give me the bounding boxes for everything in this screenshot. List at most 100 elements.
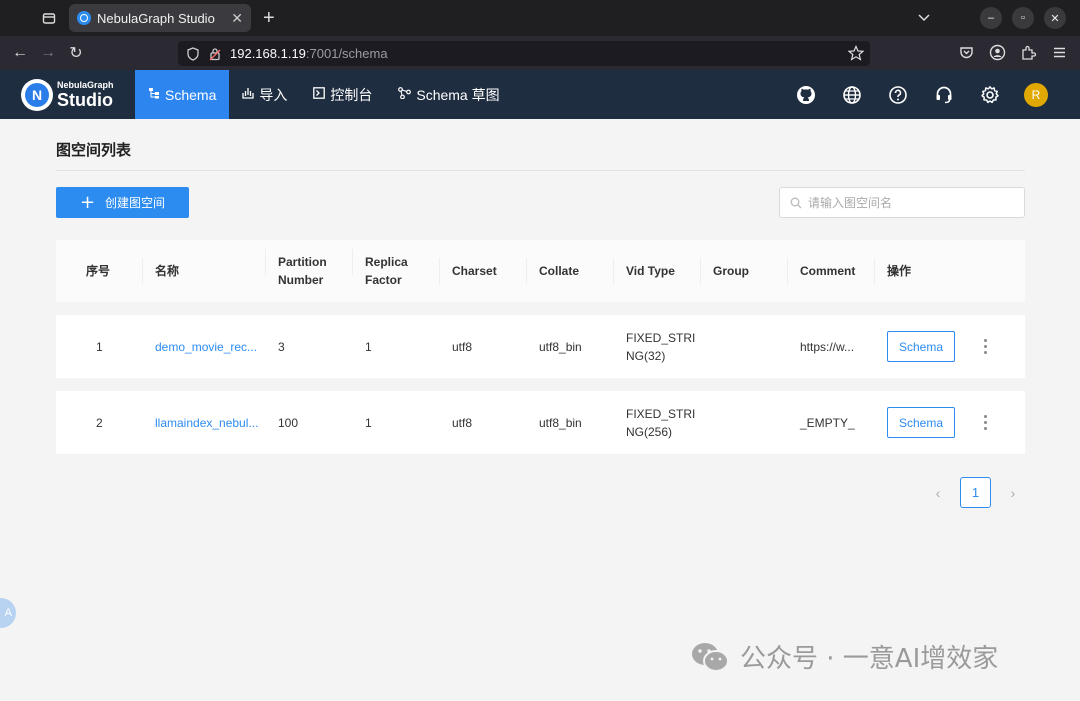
header-icon-group: R <box>794 83 1048 107</box>
row-replica: 1 <box>365 339 372 354</box>
row-charset: utf8 <box>452 415 473 430</box>
col-charset: Charset <box>439 258 526 284</box>
space-name-link[interactable]: llamaindex_nebul... <box>142 416 265 430</box>
side-floating-badge[interactable]: A <box>0 598 16 628</box>
user-avatar[interactable]: R <box>1024 83 1048 107</box>
tab-title: NebulaGraph Studio <box>97 10 215 26</box>
row-vid-line1: FIXED_STRI <box>626 406 696 421</box>
minimize-icon[interactable]: – <box>980 7 1002 29</box>
url-host: 192.168.1.19 <box>230 46 306 61</box>
space-search-box[interactable] <box>779 187 1025 218</box>
schema-button[interactable]: Schema <box>887 407 955 438</box>
schema-button[interactable]: Schema <box>887 331 955 362</box>
github-icon[interactable] <box>794 83 818 107</box>
row-vid-line2: NG(32) <box>626 348 666 363</box>
bookmark-star-icon[interactable] <box>848 45 864 61</box>
schema-icon <box>148 87 160 102</box>
page-number-button[interactable]: 1 <box>960 477 991 508</box>
table-row: 1 demo_movie_rec... 3 1 utf8 utf8_bin FI… <box>56 315 1025 378</box>
search-icon <box>790 197 802 208</box>
console-icon <box>313 87 326 102</box>
create-space-label: 创建图空间 <box>105 196 166 210</box>
forward-icon[interactable]: → <box>34 44 62 62</box>
col-collate: Collate <box>526 258 613 284</box>
prev-page-icon[interactable]: ‹ <box>926 485 950 501</box>
col-partition-line1: Partition <box>278 255 327 269</box>
insecure-lock-icon <box>209 47 221 60</box>
row-collate: utf8_bin <box>539 339 582 354</box>
back-icon[interactable]: ← <box>6 44 34 62</box>
row-comment: _EMPTY_ <box>800 415 855 430</box>
col-replica-line1: Replica <box>365 255 408 269</box>
col-ops: 操作 <box>874 258 1025 284</box>
row-replica: 1 <box>365 415 372 430</box>
nav-sketch-label: Schema 草图 <box>416 86 500 103</box>
table-row: 2 llamaindex_nebul... 100 1 utf8 utf8_bi… <box>56 391 1025 454</box>
help-icon[interactable] <box>886 83 910 107</box>
app-header: N NebulaGraph Studio Schema 导入 控制台 Schem… <box>0 70 1080 119</box>
globe-icon[interactable] <box>840 83 864 107</box>
window-close-icon[interactable]: ✕ <box>1044 7 1066 29</box>
nav-import[interactable]: 导入 <box>229 70 300 119</box>
browser-toolbar-icons <box>958 44 1068 61</box>
url-bar[interactable]: 192.168.1.19:7001/schema <box>178 41 870 66</box>
app-menu-icon[interactable] <box>1051 44 1068 61</box>
page-title: 图空间列表 <box>56 139 1025 171</box>
col-name: 名称 <box>142 258 265 284</box>
tab-list-icon[interactable] <box>35 4 63 32</box>
create-space-button[interactable]: + 创建图空间 <box>56 187 189 218</box>
reload-icon[interactable]: ↻ <box>62 43 90 63</box>
browser-tab-bar: NebulaGraph Studio ✕ + – ▫ ✕ <box>0 0 1080 36</box>
nebula-logo-icon: N <box>21 78 53 111</box>
nav-schema[interactable]: Schema <box>135 70 230 119</box>
row-vid-line1: FIXED_STRI <box>626 330 696 345</box>
more-vertical-icon[interactable] <box>977 415 993 430</box>
space-search-input[interactable] <box>808 195 1008 210</box>
window-controls: – ▫ ✕ <box>918 7 1066 29</box>
browser-tab[interactable]: NebulaGraph Studio ✕ <box>69 4 251 32</box>
row-partition: 3 <box>278 339 285 354</box>
pagination: ‹ 1 › <box>926 477 1025 508</box>
col-comment: Comment <box>787 258 874 284</box>
close-icon[interactable]: ✕ <box>231 10 243 27</box>
wechat-icon <box>692 642 729 672</box>
pocket-icon[interactable] <box>958 44 975 61</box>
chevron-down-icon[interactable] <box>918 11 930 25</box>
col-partition-line2: Number <box>278 273 324 287</box>
col-replica-line2: Factor <box>365 273 402 287</box>
nebula-favicon-icon <box>77 11 91 25</box>
row-index: 2 <box>96 415 103 430</box>
new-tab-icon[interactable]: + <box>263 8 275 28</box>
col-replica: Replica Factor <box>352 249 439 289</box>
col-group: Group <box>700 258 787 284</box>
account-icon[interactable] <box>989 44 1006 61</box>
col-index: 序号 <box>86 264 111 278</box>
row-ops: Schema <box>874 407 1025 438</box>
watermark-text: 公众号 · 一意AI增效家 <box>740 644 999 674</box>
headset-support-icon[interactable] <box>932 83 956 107</box>
plus-icon: + <box>79 191 96 213</box>
sketch-icon <box>398 87 412 102</box>
more-vertical-icon[interactable] <box>977 339 993 354</box>
row-vid-line2: NG(256) <box>626 424 673 439</box>
extensions-icon[interactable] <box>1020 44 1037 61</box>
col-vid-type: Vid Type <box>613 258 700 284</box>
shield-icon <box>187 46 199 61</box>
main-content: 图空间列表 + 创建图空间 序号 名称 Partition Number Repl… <box>56 119 1025 508</box>
wechat-watermark: 公众号 · 一意AI增效家 <box>690 638 998 675</box>
row-charset: utf8 <box>452 339 473 354</box>
studio-logo[interactable]: N NebulaGraph Studio <box>0 70 135 119</box>
logo-small-text: NebulaGraph <box>57 79 114 90</box>
row-vid-type: FIXED_STRI NG(32) <box>613 329 700 365</box>
next-page-icon[interactable]: › <box>1001 485 1025 501</box>
maximize-icon[interactable]: ▫ <box>1012 7 1034 29</box>
nav-sketch[interactable]: Schema 草图 <box>385 70 512 119</box>
list-toolbar: + 创建图空间 <box>56 187 1025 219</box>
nav-schema-label: Schema <box>165 86 217 103</box>
table-header: 序号 名称 Partition Number Replica Factor Char… <box>56 240 1025 302</box>
nav-console[interactable]: 控制台 <box>300 70 385 119</box>
row-ops: Schema <box>874 331 1025 362</box>
settings-gear-icon[interactable] <box>978 83 1002 107</box>
space-name-link[interactable]: demo_movie_rec... <box>142 340 265 354</box>
row-collate: utf8_bin <box>539 415 582 430</box>
